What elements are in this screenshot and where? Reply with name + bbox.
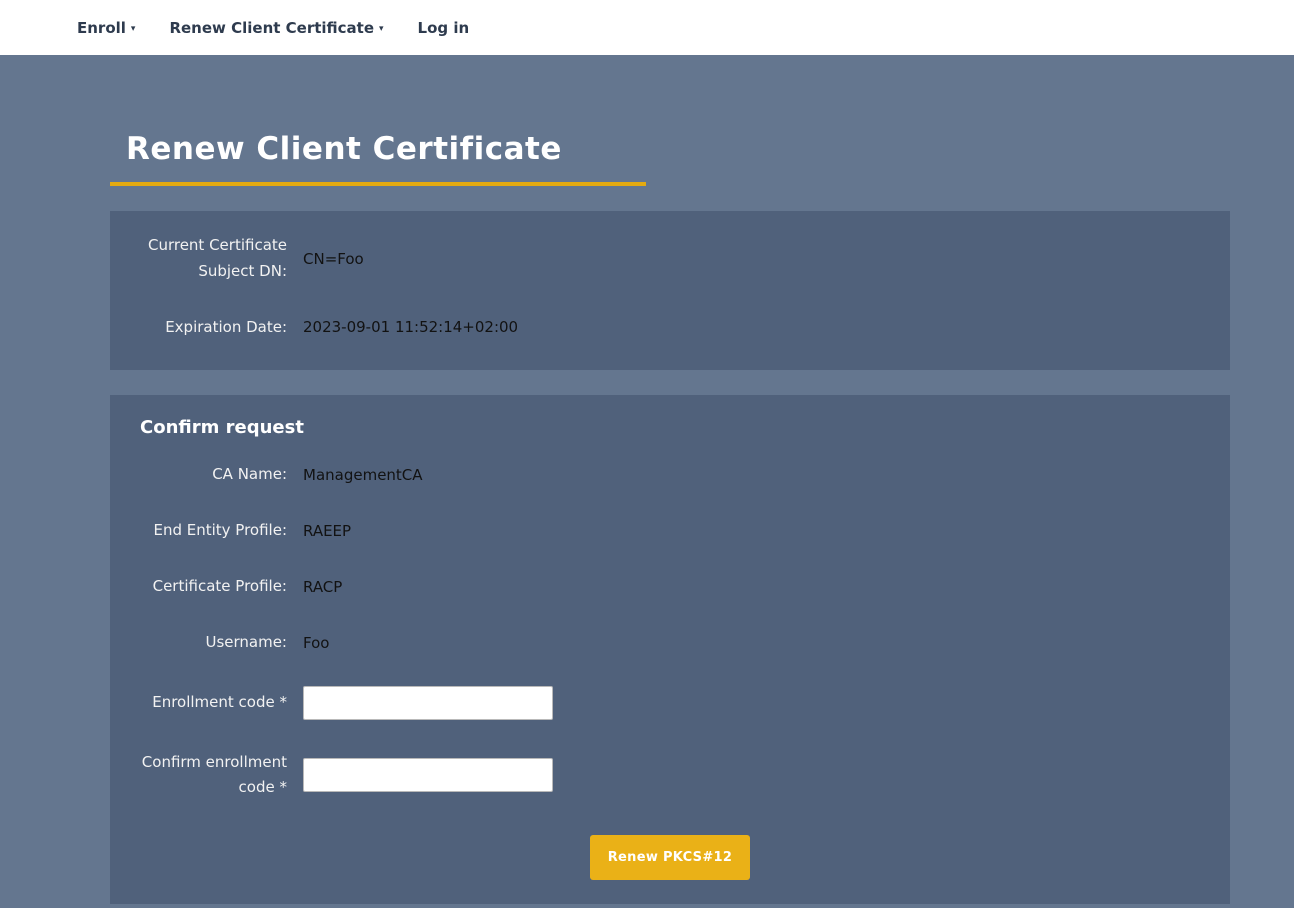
row-label: Enrollment code * <box>140 690 287 716</box>
row-label: Confirm enrollment code * <box>140 750 287 802</box>
renew-pkcs12-button[interactable]: Renew PKCS#12 <box>590 835 750 880</box>
confirm-enrollment-code-input[interactable] <box>303 758 553 792</box>
form-row-confirm-enrollment-code: Confirm enrollment code * <box>110 750 1230 802</box>
info-row-expiration-date: Expiration Date: 2023-09-01 11:52:14+02:… <box>110 315 1230 341</box>
caret-down-icon: ▾ <box>379 24 384 34</box>
confirm-request-panel: Confirm request CA Name: ManagementCA En… <box>110 395 1230 904</box>
row-label: CA Name: <box>140 462 287 488</box>
nav-item-log-in[interactable]: Log in <box>418 19 470 37</box>
row-value: Foo <box>303 634 329 652</box>
top-nav: Enroll ▾ Renew Client Certificate ▾ Log … <box>0 0 1294 55</box>
nav-item-label: Enroll <box>77 19 126 37</box>
row-label: Expiration Date: <box>140 315 287 341</box>
info-row-username: Username: Foo <box>110 630 1230 656</box>
caret-down-icon: ▾ <box>131 24 136 34</box>
row-value: ManagementCA <box>303 466 423 484</box>
nav-item-label: Log in <box>418 19 470 37</box>
form-row-enrollment-code: Enrollment code * <box>110 686 1230 720</box>
panel-title: Confirm request <box>110 417 1230 438</box>
title-underline <box>110 182 646 186</box>
button-row: Renew PKCS#12 <box>110 835 1230 880</box>
info-row-subject-dn: Current Certificate Subject DN: CN=Foo <box>110 233 1230 285</box>
row-value: RAEEP <box>303 522 351 540</box>
nav-item-enroll[interactable]: Enroll ▾ <box>77 19 135 37</box>
row-value: RACP <box>303 578 342 596</box>
main-content: Renew Client Certificate Current Certifi… <box>110 55 1230 904</box>
enrollment-code-input[interactable] <box>303 686 553 720</box>
nav-item-label: Renew Client Certificate <box>169 19 374 37</box>
row-value: CN=Foo <box>303 250 364 268</box>
info-row-end-entity-profile: End Entity Profile: RAEEP <box>110 518 1230 544</box>
info-row-ca-name: CA Name: ManagementCA <box>110 462 1230 488</box>
certificate-info-panel: Current Certificate Subject DN: CN=Foo E… <box>110 211 1230 370</box>
row-label: End Entity Profile: <box>140 518 287 544</box>
row-label: Certificate Profile: <box>140 574 287 600</box>
page-title: Renew Client Certificate <box>110 55 1230 167</box>
row-label: Current Certificate Subject DN: <box>140 233 287 285</box>
row-value: 2023-09-01 11:52:14+02:00 <box>303 318 518 336</box>
info-row-certificate-profile: Certificate Profile: RACP <box>110 574 1230 600</box>
row-label: Username: <box>140 630 287 656</box>
nav-item-renew-client-certificate[interactable]: Renew Client Certificate ▾ <box>169 19 383 37</box>
